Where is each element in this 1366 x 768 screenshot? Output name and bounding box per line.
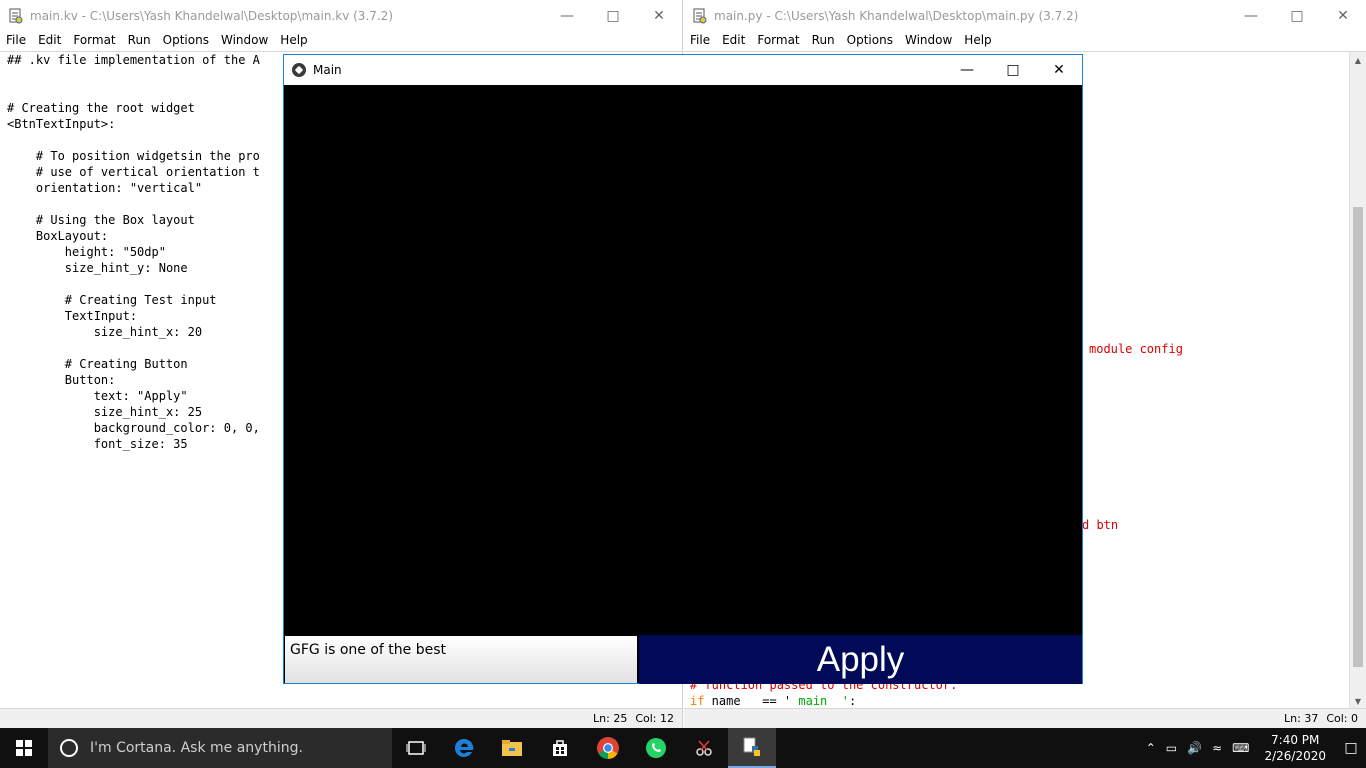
menu-edit[interactable]: Edit <box>32 31 67 51</box>
close-icon[interactable]: ✕ <box>1036 55 1082 86</box>
column-indicator: Col: 0 <box>1326 712 1358 725</box>
column-indicator: Col: 12 <box>635 712 674 725</box>
kv-editor-title: main.kv - C:\Users\Yash Khandelwal\Deskt… <box>30 8 394 23</box>
py-editor-statusbar: Ln: 37 Col: 0 <box>684 708 1366 728</box>
chevron-up-icon[interactable]: ⌃ <box>1146 741 1156 755</box>
menu-window[interactable]: Window <box>215 31 274 51</box>
windows-taskbar: I'm Cortana. Ask me anything. ⌃ ▭ 🔊 ≈ ⌨ … <box>0 728 1366 768</box>
menu-help[interactable]: Help <box>274 31 313 51</box>
code-fragment: module config <box>1089 342 1183 356</box>
kv-editor-menubar: File Edit Format Run Options Window Help <box>0 31 682 52</box>
store-icon[interactable] <box>536 728 584 768</box>
idle-file-icon <box>8 8 24 24</box>
text-input[interactable]: GFG is one of the best <box>285 636 637 683</box>
kv-editor-titlebar[interactable]: main.kv - C:\Users\Yash Khandelwal\Deskt… <box>0 0 682 31</box>
kv-editor-statusbar: Ln: 25 Col: 12 <box>0 708 682 728</box>
cortana-icon <box>60 739 78 757</box>
py-editor-title: main.py - C:\Users\Yash Khandelwal\Deskt… <box>714 8 1079 23</box>
keyboard-icon[interactable]: ⌨ <box>1232 741 1249 755</box>
code-line: if name == ' main ': <box>690 693 856 709</box>
code-keyword: if <box>690 694 705 708</box>
menu-edit[interactable]: Edit <box>716 31 751 51</box>
line-indicator: Ln: 37 <box>1284 712 1319 725</box>
code-fragment: : <box>848 694 857 708</box>
cortana-search-box[interactable]: I'm Cortana. Ask me anything. <box>48 728 392 768</box>
notification-icon[interactable]: □ <box>1336 728 1366 768</box>
cortana-placeholder: I'm Cortana. Ask me anything. <box>90 740 303 756</box>
whatsapp-icon[interactable] <box>632 728 680 768</box>
close-icon[interactable]: ✕ <box>1320 0 1366 31</box>
menu-options[interactable]: Options <box>157 31 215 51</box>
windows-logo-icon <box>16 740 32 756</box>
scroll-up-icon[interactable]: ▲ <box>1350 52 1366 68</box>
menu-run[interactable]: Run <box>806 31 841 51</box>
maximize-icon[interactable]: □ <box>1274 0 1320 31</box>
kivy-logo-icon <box>292 63 306 77</box>
menu-options[interactable]: Options <box>841 31 899 51</box>
idle-file-icon <box>692 8 708 24</box>
menu-format[interactable]: Format <box>67 31 121 51</box>
system-tray: ⌃ ▭ 🔊 ≈ ⌨ 7:40 PM 2/26/2020 □ <box>1141 728 1366 768</box>
start-button[interactable] <box>0 728 48 768</box>
clock[interactable]: 7:40 PM 2/26/2020 <box>1254 732 1336 764</box>
menu-run[interactable]: Run <box>122 31 157 51</box>
kivy-window-title: Main <box>313 63 342 77</box>
task-view-icon[interactable] <box>392 728 440 768</box>
close-icon[interactable]: ✕ <box>636 0 682 31</box>
menu-file[interactable]: File <box>0 31 32 51</box>
scrollbar-thumb[interactable] <box>1353 207 1363 667</box>
scroll-down-icon[interactable]: ▼ <box>1350 693 1366 709</box>
menu-format[interactable]: Format <box>751 31 805 51</box>
menu-window[interactable]: Window <box>899 31 958 51</box>
clock-date: 2/26/2020 <box>1264 749 1326 763</box>
menu-file[interactable]: File <box>684 31 716 51</box>
code-fragment: name == ' <box>704 694 792 708</box>
minimize-icon[interactable]: — <box>944 55 990 86</box>
menu-help[interactable]: Help <box>958 31 997 51</box>
clock-time: 7:40 PM <box>1271 733 1320 747</box>
line-indicator: Ln: 25 <box>593 712 628 725</box>
battery-icon[interactable]: ▭ <box>1166 741 1177 755</box>
file-explorer-icon[interactable] <box>488 728 536 768</box>
snipping-tool-icon[interactable] <box>680 728 728 768</box>
python-idle-icon[interactable] <box>728 728 776 768</box>
kivy-app-window: Main — □ ✕ GFG is one of the best Apply <box>283 54 1083 684</box>
edge-browser-icon[interactable] <box>440 728 488 768</box>
kivy-canvas <box>284 85 1082 683</box>
maximize-icon[interactable]: □ <box>990 55 1036 86</box>
code-string: main ' <box>791 694 849 708</box>
wifi-icon[interactable]: ≈ <box>1212 741 1222 755</box>
maximize-icon[interactable]: □ <box>590 0 636 31</box>
volume-icon[interactable]: 🔊 <box>1187 741 1202 755</box>
py-editor-menubar: File Edit Format Run Options Window Help <box>684 31 1366 52</box>
minimize-icon[interactable]: — <box>1228 0 1274 31</box>
py-editor-titlebar[interactable]: main.py - C:\Users\Yash Khandelwal\Deskt… <box>684 0 1366 31</box>
minimize-icon[interactable]: — <box>544 0 590 31</box>
chrome-icon[interactable] <box>584 728 632 768</box>
code-fragment: d btn <box>1082 518 1119 532</box>
apply-button[interactable]: Apply <box>639 635 1082 684</box>
py-editor-scrollbar[interactable]: ▲ ▼ <box>1349 52 1366 709</box>
kivy-titlebar[interactable]: Main — □ ✕ <box>284 55 1082 85</box>
